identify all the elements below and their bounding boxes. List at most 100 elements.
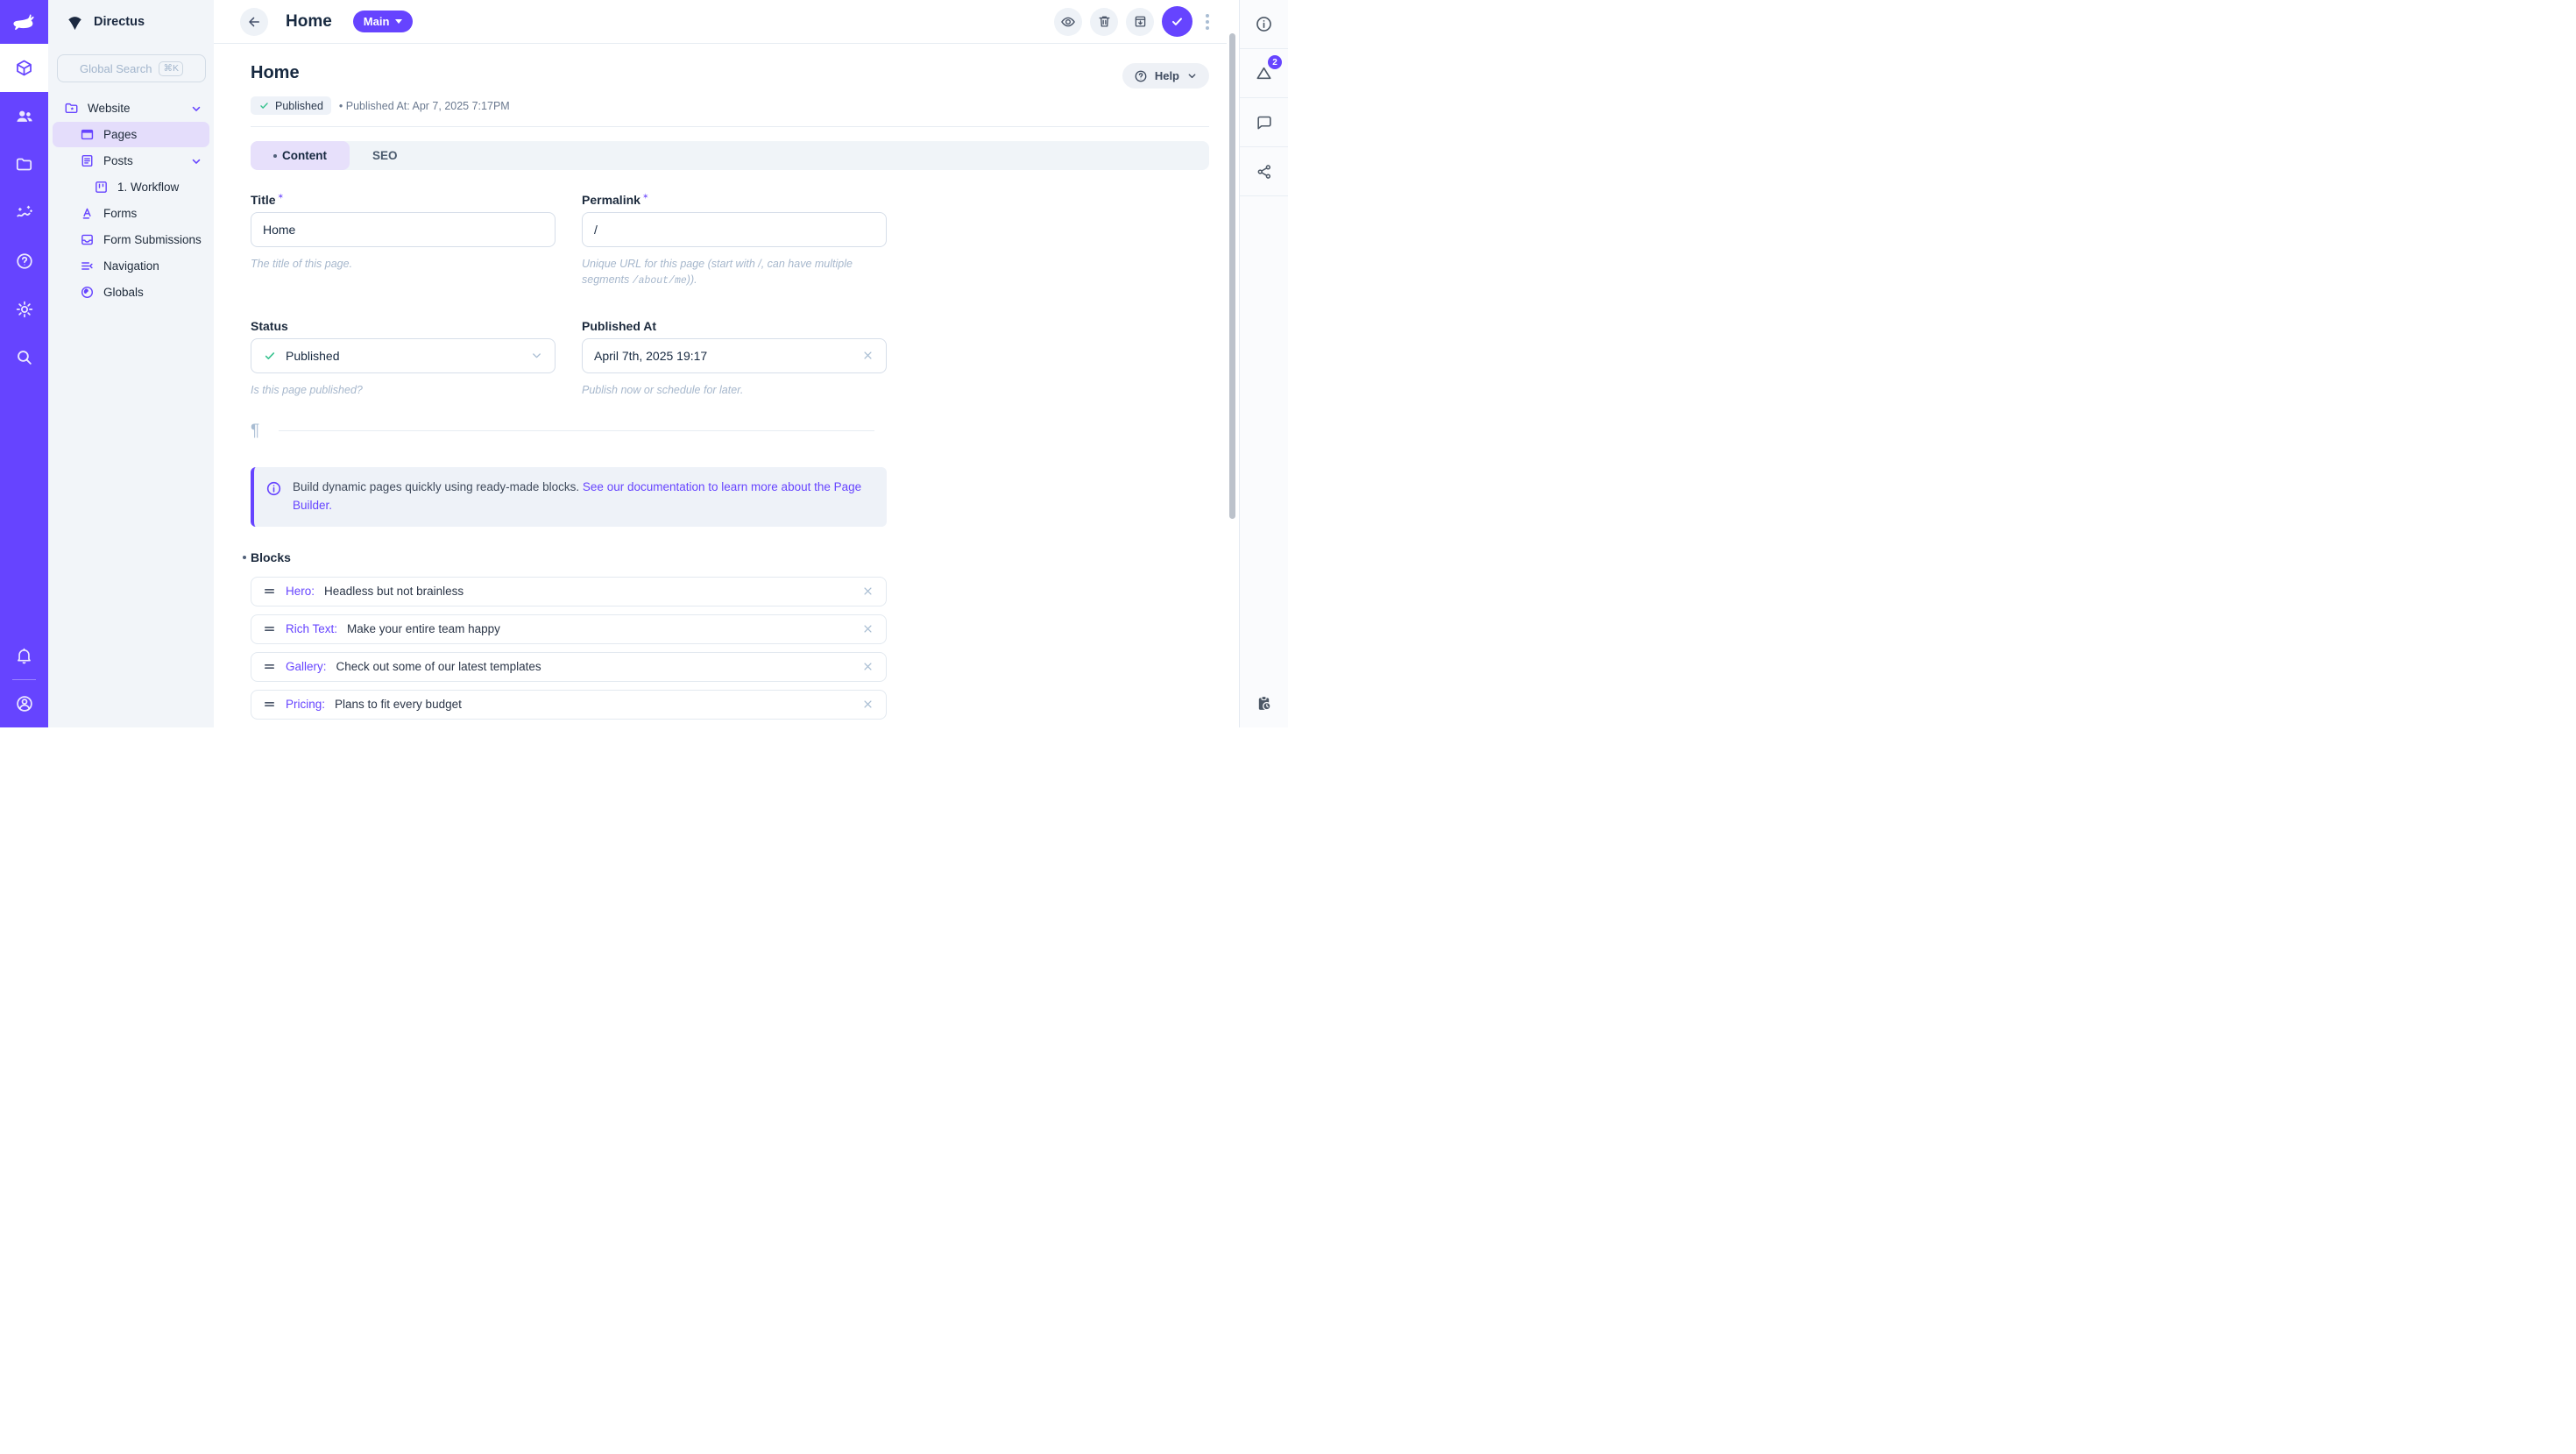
project-switcher[interactable]: Directus — [48, 0, 214, 44]
trash-icon — [1097, 14, 1112, 29]
remove-block-icon[interactable] — [861, 585, 874, 598]
chevron-down-icon[interactable] — [190, 155, 202, 167]
archive-icon — [1133, 14, 1148, 29]
blocks-label: Blocks — [251, 550, 291, 564]
permalink-label: Permalink✶ — [582, 192, 887, 207]
published-at-note: Publish now or schedule for later. — [582, 382, 887, 398]
field-published-at: Published At April 7th, 2025 19:17 Publi… — [582, 319, 887, 398]
sidebar-item-label: Navigation — [103, 259, 159, 273]
sidebar-item-form-submissions[interactable]: Form Submissions — [53, 227, 209, 252]
revisions-panel-button[interactable] — [1240, 678, 1288, 727]
sidebar-item-label: Forms — [103, 207, 137, 220]
sidebar-item-posts[interactable]: Posts — [53, 148, 209, 174]
published-at-meta: • Published At: Apr 7, 2025 7:17PM — [339, 100, 510, 112]
help-button[interactable]: Help — [1122, 63, 1209, 89]
module-content[interactable] — [0, 44, 48, 92]
tab-seo[interactable]: SEO — [350, 141, 421, 170]
sidebar-item-workflow[interactable]: 1. Workflow — [53, 174, 209, 200]
info-panel-button[interactable] — [1240, 0, 1288, 49]
module-insights[interactable] — [0, 188, 48, 237]
module-bar — [0, 0, 48, 727]
header-divider — [251, 126, 1209, 127]
remove-block-icon[interactable] — [861, 698, 874, 711]
search-icon — [15, 348, 33, 366]
info-icon — [265, 480, 282, 497]
remove-block-icon[interactable] — [861, 660, 874, 673]
permalink-input[interactable] — [582, 212, 887, 247]
module-help[interactable] — [0, 237, 48, 285]
sidebar-item-label: Form Submissions — [103, 233, 202, 246]
comments-panel-button[interactable] — [1240, 98, 1288, 147]
sidebar-item-website[interactable]: Website — [53, 96, 209, 121]
scrollbar-thumb[interactable] — [1229, 33, 1235, 519]
module-search[interactable] — [0, 333, 48, 381]
clear-icon[interactable] — [861, 349, 874, 362]
chevron-down-icon[interactable] — [190, 103, 202, 115]
sidebar-item-globals[interactable]: Globals — [53, 280, 209, 305]
directus-rabbit-logo[interactable] — [0, 0, 48, 44]
field-permalink: Permalink✶ Unique URL for this page (sta… — [582, 192, 887, 289]
project-name: Directus — [94, 15, 145, 29]
preview-button[interactable] — [1054, 8, 1082, 36]
block-title: Make your entire team happy — [347, 622, 500, 635]
notification-count-badge: 2 — [1268, 55, 1282, 69]
required-star: ✶ — [278, 192, 285, 201]
insights-icon — [15, 203, 34, 223]
module-settings[interactable] — [0, 285, 48, 333]
divider-line — [279, 430, 874, 431]
notifications-panel-button[interactable]: 2 — [1240, 49, 1288, 98]
sidebar-item-label: Pages — [103, 128, 137, 141]
scrollbar-gutter — [1227, 0, 1239, 727]
user-menu-button[interactable] — [0, 682, 48, 726]
title-note: The title of this page. — [251, 256, 556, 272]
tab-content[interactable]: Content — [251, 141, 350, 170]
block-type-link[interactable]: Rich Text: — [286, 622, 337, 635]
field-status: Status Published Is this page published? — [251, 319, 556, 398]
collections-nav: Website Pages Posts 1. Workflow — [48, 93, 214, 308]
module-users[interactable] — [0, 92, 48, 140]
archive-button[interactable] — [1126, 8, 1154, 36]
drag-handle-icon[interactable] — [263, 585, 276, 598]
sidebar-item-navigation[interactable]: Navigation — [53, 253, 209, 279]
global-search-input[interactable]: Global Search ⌘K — [57, 54, 206, 82]
published-at-input[interactable]: April 7th, 2025 19:17 — [582, 338, 887, 373]
sidebar-item-label: Website — [88, 102, 131, 115]
block-type-link[interactable]: Gallery: — [286, 660, 327, 673]
block-title: Headless but not brainless — [324, 585, 464, 598]
block-type-link[interactable]: Hero: — [286, 585, 315, 598]
title-input[interactable] — [251, 212, 556, 247]
version-badge[interactable]: Main — [353, 11, 414, 32]
module-files[interactable] — [0, 140, 48, 188]
inbox-icon — [80, 232, 95, 247]
eye-icon — [1060, 14, 1076, 30]
chevron-down-icon — [395, 19, 402, 24]
drag-handle-icon[interactable] — [263, 660, 276, 673]
save-button[interactable] — [1162, 6, 1192, 37]
back-button[interactable] — [240, 8, 268, 36]
notifications-bell-button[interactable] — [0, 634, 48, 677]
block-title: Check out some of our latest templates — [336, 660, 541, 673]
remove-block-icon[interactable] — [861, 622, 874, 635]
block-row-hero[interactable]: Hero: Headless but not brainless — [251, 577, 887, 606]
status-note: Is this page published? — [251, 382, 556, 398]
check-icon — [263, 349, 277, 363]
block-type-link[interactable]: Pricing: — [286, 698, 325, 711]
block-row-pricing[interactable]: Pricing: Plans to fit every budget — [251, 690, 887, 720]
kanban-board-icon — [94, 180, 109, 195]
drag-handle-icon[interactable] — [263, 622, 276, 635]
more-options-button[interactable] — [1200, 11, 1214, 33]
status-select[interactable]: Published — [251, 338, 556, 373]
block-row-rich-text[interactable]: Rich Text: Make your entire team happy — [251, 614, 887, 644]
page-header: Home Main — [214, 0, 1227, 44]
sidebar-item-pages[interactable]: Pages — [53, 122, 209, 147]
block-row-gallery[interactable]: Gallery: Check out some of our latest te… — [251, 652, 887, 682]
pages-window-icon — [80, 127, 95, 142]
delete-button[interactable] — [1090, 8, 1118, 36]
chevron-down-icon — [530, 349, 543, 362]
users-icon — [15, 107, 34, 126]
shares-panel-button[interactable] — [1240, 147, 1288, 196]
main-area: Home Main — [214, 0, 1227, 727]
page-title: Home — [251, 63, 300, 83]
drag-handle-icon[interactable] — [263, 698, 276, 711]
sidebar-item-forms[interactable]: Forms — [53, 201, 209, 226]
